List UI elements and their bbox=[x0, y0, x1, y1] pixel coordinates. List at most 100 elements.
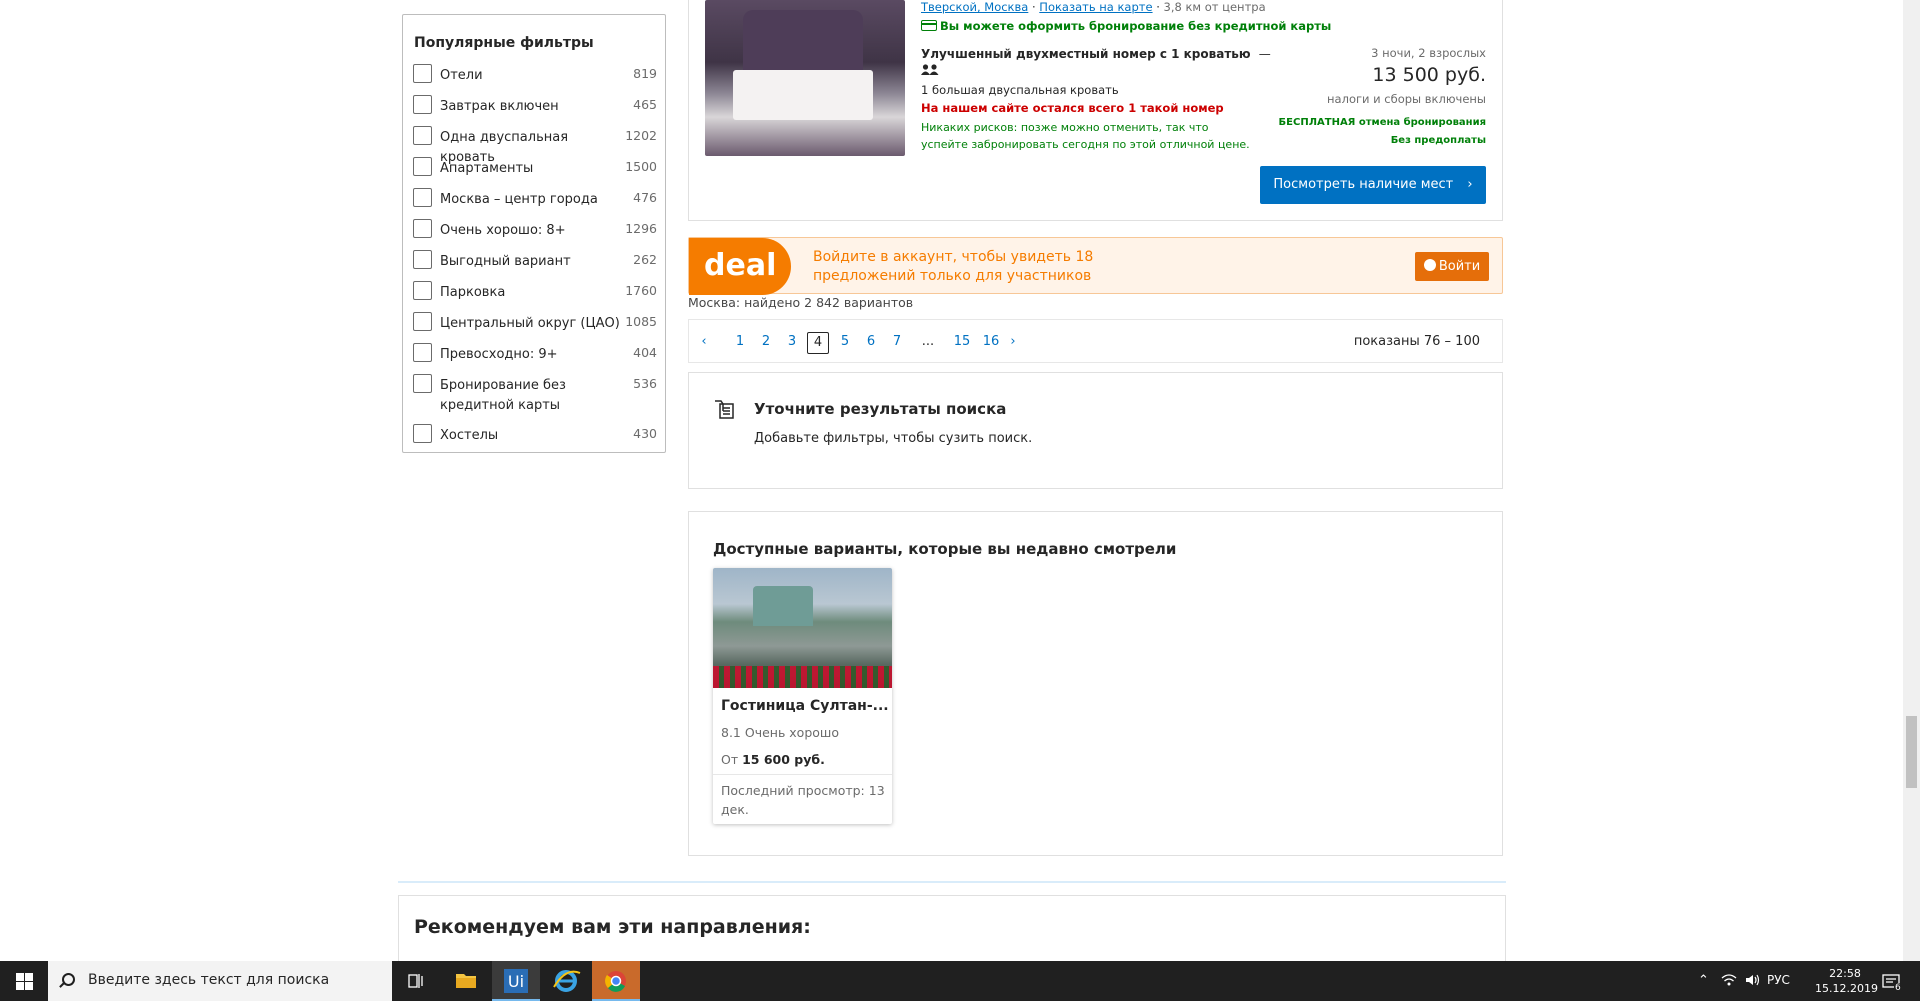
filter-label: Превосходно: 9+ bbox=[440, 347, 558, 362]
filter-count: 404 bbox=[633, 345, 657, 360]
checkbox[interactable] bbox=[413, 312, 432, 331]
recently-viewed-title: Доступные варианты, которые вы недавно с… bbox=[713, 540, 1177, 558]
login-label: Войти bbox=[1438, 259, 1481, 274]
results-count: Москва: найдено 2 842 вариантов bbox=[688, 295, 914, 310]
internet-explorer-icon[interactable] bbox=[542, 961, 590, 1001]
recent-property-card[interactable]: Гостиница Султан-... 8.1 Очень хорошо От… bbox=[713, 568, 892, 824]
page-link[interactable]: 6 bbox=[860, 332, 882, 354]
checkbox[interactable] bbox=[413, 157, 432, 176]
uipath-icon[interactable]: Ui bbox=[492, 961, 540, 1001]
checkbox[interactable] bbox=[413, 219, 432, 238]
location-link[interactable]: Тверской, Москва bbox=[921, 0, 1028, 14]
hotel-photo[interactable] bbox=[705, 0, 905, 156]
credit-card-icon bbox=[921, 20, 937, 31]
page-link[interactable]: 1 bbox=[729, 332, 751, 354]
taskbar-search[interactable]: Введите здесь текст для поиска bbox=[48, 961, 392, 1001]
shown-range: показаны 76 – 100 bbox=[1353, 334, 1480, 349]
hotel-card: Тверской, Москва · Показать на карте · 3… bbox=[688, 0, 1503, 221]
checkbox[interactable] bbox=[413, 343, 432, 362]
see-availability-button[interactable]: Посмотреть наличие мест › bbox=[1260, 166, 1486, 204]
deal-text: Войдите в аккаунт, чтобы увидеть 18 пред… bbox=[813, 249, 1094, 284]
filter-count: 476 bbox=[633, 190, 657, 205]
clock[interactable]: 22:58 15.12.2019 bbox=[1815, 966, 1878, 996]
notifications-icon[interactable]: 6 bbox=[1880, 970, 1904, 994]
filter-parking[interactable]: Парковка 1760 bbox=[413, 281, 657, 303]
refine-search-box: Уточните результаты поиска Добавьте филь… bbox=[688, 372, 1503, 489]
separator: · bbox=[1031, 0, 1036, 14]
deal-banner: deal Войдите в аккаунт, чтобы увидеть 18… bbox=[688, 237, 1503, 295]
no-risk-note: Никаких рисков: позже можно отменить, та… bbox=[921, 121, 1250, 151]
filter-count: 430 bbox=[633, 426, 657, 441]
scrollbar[interactable] bbox=[1903, 0, 1920, 961]
checkbox[interactable] bbox=[413, 64, 432, 83]
filter-excellent[interactable]: Превосходно: 9+ 404 bbox=[413, 343, 657, 365]
filter-label: Завтрак включен bbox=[440, 99, 559, 114]
scrollbar-thumb[interactable] bbox=[1906, 716, 1917, 788]
bed-type: 1 большая двуспальная кровать bbox=[921, 83, 1119, 97]
distance: 3,8 км от центра bbox=[1163, 0, 1266, 14]
filter-apartments[interactable]: Апартаменты 1500 bbox=[413, 157, 657, 179]
no-card-text: Вы можете оформить бронирование без кред… bbox=[940, 19, 1332, 33]
user-icon bbox=[1423, 259, 1436, 271]
filter-central-district[interactable]: Центральный округ (ЦАО) 1085 bbox=[413, 312, 657, 334]
filter-label: Москва – центр города bbox=[440, 192, 598, 207]
task-view-icon[interactable] bbox=[392, 961, 440, 1001]
page: Популярные фильтры Отели 819 Завтрак вкл… bbox=[0, 0, 1920, 1001]
prev-page-icon[interactable]: ‹ bbox=[693, 332, 715, 354]
chevron-up-icon[interactable]: ⌃ bbox=[1698, 973, 1709, 988]
page-link[interactable]: 15 bbox=[951, 332, 973, 354]
checkbox[interactable] bbox=[413, 188, 432, 207]
filter-hostels[interactable]: Хостелы 430 bbox=[413, 424, 657, 446]
page-link[interactable]: 3 bbox=[781, 332, 803, 354]
building bbox=[753, 586, 813, 626]
wifi-icon[interactable] bbox=[1721, 973, 1737, 991]
svg-text:Ui: Ui bbox=[508, 972, 524, 991]
filter-hotels[interactable]: Отели 819 bbox=[413, 64, 657, 86]
checkbox[interactable] bbox=[413, 424, 432, 443]
pagination: ‹ 1 2 3 4 5 6 7 ... 15 16 › показаны 76 … bbox=[688, 319, 1503, 363]
page-link[interactable]: 7 bbox=[886, 332, 908, 354]
checkbox[interactable] bbox=[413, 95, 432, 114]
show-on-map-link[interactable]: Показать на карте bbox=[1039, 0, 1152, 14]
filter-city-center[interactable]: Москва – центр города 476 bbox=[413, 188, 657, 210]
flowers bbox=[713, 666, 892, 688]
bed bbox=[733, 70, 873, 120]
next-page-icon[interactable]: › bbox=[1002, 332, 1024, 354]
page-link[interactable]: 5 bbox=[834, 332, 856, 354]
chrome-icon[interactable] bbox=[592, 961, 640, 1001]
property-photo bbox=[713, 568, 892, 688]
filter-label: Апартаменты bbox=[440, 161, 534, 176]
filter-label: Хостелы bbox=[440, 428, 499, 443]
login-button[interactable]: Войти bbox=[1415, 252, 1489, 281]
time: 22:58 bbox=[1829, 967, 1861, 980]
popular-filters-panel: Популярные фильтры Отели 819 Завтрак вкл… bbox=[402, 14, 666, 453]
filter-count: 1760 bbox=[625, 283, 657, 298]
filter-count: 819 bbox=[633, 66, 657, 81]
checkbox[interactable] bbox=[413, 374, 432, 393]
filters-title: Популярные фильтры bbox=[414, 35, 594, 51]
filter-double-bed[interactable]: Одна двуспальная кровать 1202 bbox=[413, 126, 657, 165]
checkbox[interactable] bbox=[413, 250, 432, 269]
filter-count: 1500 bbox=[625, 159, 657, 174]
checkbox[interactable] bbox=[413, 281, 432, 300]
page-link[interactable]: 16 bbox=[980, 332, 1002, 354]
filter-count: 1296 bbox=[625, 221, 657, 236]
two-persons-icon bbox=[921, 64, 939, 79]
filter-no-credit-card[interactable]: Бронирование без кредитной карты 536 bbox=[413, 374, 657, 416]
filter-count: 262 bbox=[633, 252, 657, 267]
checkbox[interactable] bbox=[413, 126, 432, 145]
room-title-text: Улучшенный двухместный номер с 1 кровать… bbox=[921, 47, 1251, 61]
filter-breakfast[interactable]: Завтрак включен 465 bbox=[413, 95, 657, 117]
stay-summary: 3 ночи, 2 взрослых bbox=[1371, 46, 1486, 60]
deal-badge: deal bbox=[689, 238, 791, 295]
windows-start-icon[interactable] bbox=[0, 961, 48, 1001]
divider bbox=[713, 774, 892, 775]
page-link[interactable]: 2 bbox=[755, 332, 777, 354]
input-language[interactable]: РУС bbox=[1767, 973, 1790, 987]
filter-very-good[interactable]: Очень хорошо: 8+ 1296 bbox=[413, 219, 657, 241]
filter-good-deal[interactable]: Выгодный вариант 262 bbox=[413, 250, 657, 272]
search-placeholder: Введите здесь текст для поиска bbox=[88, 972, 330, 988]
volume-icon[interactable] bbox=[1744, 973, 1762, 991]
button-label: Посмотреть наличие мест bbox=[1273, 177, 1454, 192]
file-explorer-icon[interactable] bbox=[442, 961, 490, 1001]
